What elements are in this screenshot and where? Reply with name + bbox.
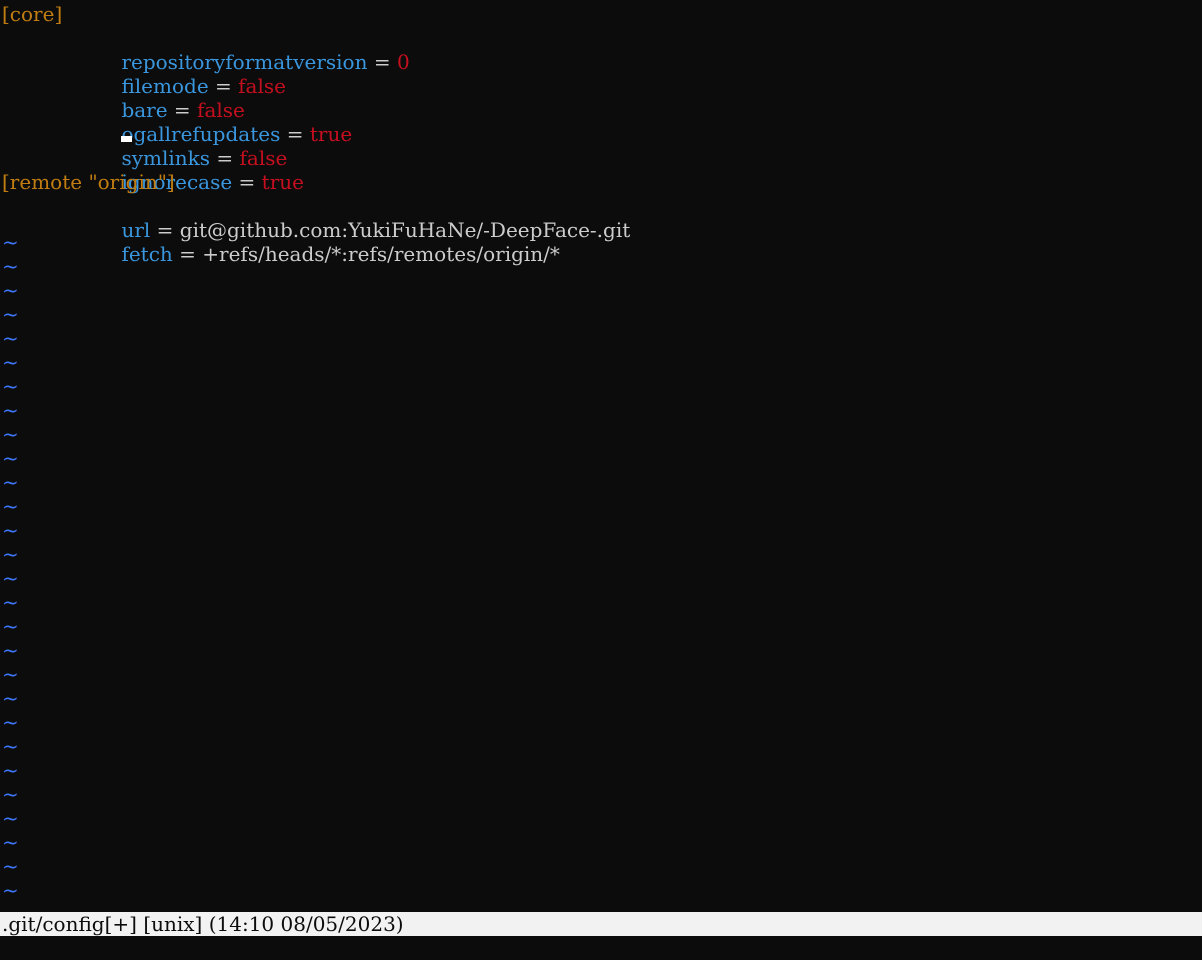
config-line-filemode: filemode = false	[2, 50, 286, 98]
config-value: 0	[396, 50, 410, 74]
empty-line-tilde: ~	[2, 734, 19, 758]
section-open: [remote	[2, 170, 89, 194]
empty-line-tilde: ~	[2, 278, 19, 302]
config-key: fetch	[121, 242, 173, 266]
editor-buffer[interactable]: [core] repositoryformatversion = 0 filem…	[0, 0, 1202, 912]
empty-line-tilde: ~	[2, 662, 19, 686]
section-close: ]	[166, 170, 175, 194]
config-line-bare: bare = false	[2, 74, 244, 122]
empty-line-tilde: ~	[2, 830, 19, 854]
empty-line-tilde: ~	[2, 302, 19, 326]
config-value: false	[238, 74, 286, 98]
config-line-url: url = git@github.com:YukiFuHaNe/-DeepFac…	[2, 194, 630, 242]
empty-line-tilde: ~	[2, 350, 19, 374]
config-value: true	[261, 170, 304, 194]
empty-line-tilde: ~	[2, 518, 19, 542]
status-line: .git/config[+] [unix] (14:10 08/05/2023)	[0, 912, 1202, 936]
empty-line-tilde: ~	[2, 494, 19, 518]
remote-name: "origin"	[88, 170, 167, 194]
config-value: true	[309, 122, 353, 146]
config-line-repositoryformatversion: repositoryformatversion = 0	[2, 26, 409, 74]
empty-line-tilde: ~	[2, 422, 19, 446]
empty-line-tilde: ~	[2, 782, 19, 806]
empty-line-tilde: ~	[2, 590, 19, 614]
equals-sign: =	[232, 170, 262, 194]
empty-line-tilde: ~	[2, 446, 19, 470]
empty-line-tilde: ~	[2, 614, 19, 638]
empty-line-tilde: ~	[2, 710, 19, 734]
command-line[interactable]	[0, 936, 1202, 960]
empty-line-tilde: ~	[2, 854, 19, 878]
config-line-ignorecase: ignorecase = true	[2, 146, 304, 194]
config-line-logallrefupdates: o gallrefupdates = true	[2, 98, 352, 146]
empty-line-tilde: ~	[2, 470, 19, 494]
equals-sign: =	[172, 242, 203, 266]
config-value: +refs/heads/*:refs/remotes/origin/*	[202, 242, 560, 266]
empty-line-tilde: ~	[2, 230, 19, 254]
section-header-remote: [remote "origin"]	[2, 170, 175, 194]
empty-line-tilde: ~	[2, 758, 19, 782]
config-line-fetch: fetch = +refs/heads/*:refs/remotes/origi…	[2, 218, 559, 266]
empty-line-tilde: ~	[2, 878, 19, 902]
section-header-core: [core]	[2, 2, 63, 26]
empty-line-tilde: ~	[2, 326, 19, 350]
empty-line-tilde: ~	[2, 254, 19, 278]
empty-line-tilde: ~	[2, 374, 19, 398]
empty-line-tilde: ~	[2, 806, 19, 830]
equals-sign: =	[367, 50, 397, 74]
config-line-symlinks: symlinks = false	[2, 122, 287, 170]
empty-line-tilde: ~	[2, 686, 19, 710]
empty-line-tilde: ~	[2, 542, 19, 566]
empty-line-tilde: ~	[2, 566, 19, 590]
empty-line-tilde: ~	[2, 638, 19, 662]
empty-line-tilde: ~	[2, 398, 19, 422]
